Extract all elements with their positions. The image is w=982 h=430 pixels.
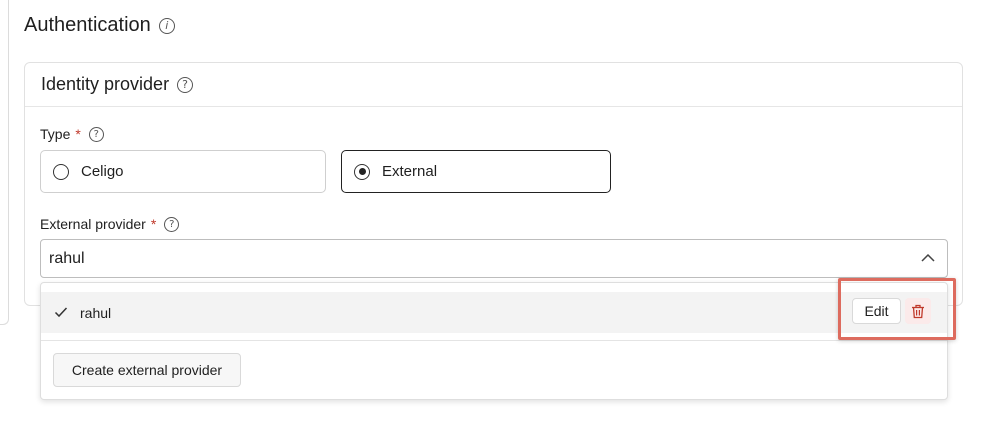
external-provider-select[interactable]: rahul: [40, 239, 948, 278]
checkmark-icon: [54, 307, 68, 318]
radio-option-celigo[interactable]: Celigo: [40, 150, 326, 193]
info-icon[interactable]: i: [158, 17, 175, 34]
required-mark: *: [75, 126, 81, 142]
create-external-provider-button[interactable]: Create external provider: [53, 353, 241, 387]
external-provider-dropdown: rahul Create external provider: [40, 282, 948, 400]
page-title: Authentication: [24, 14, 151, 36]
external-provider-label: External provider * ?: [40, 216, 180, 232]
radio-label: External: [382, 163, 438, 180]
required-mark: *: [150, 216, 157, 232]
select-value: rahul: [49, 249, 85, 267]
radio-button-checked[interactable]: [354, 163, 370, 180]
divider: [41, 340, 947, 341]
side-panel-edge: [0, 0, 9, 325]
option-label: rahul: [80, 304, 112, 321]
dropdown-option-rahul[interactable]: rahul: [41, 292, 947, 333]
panel-header: Identity provider ?: [25, 63, 962, 107]
highlight-annotation-box: [838, 278, 956, 340]
type-label: Type * ?: [40, 126, 104, 142]
type-label-text: Type: [40, 126, 71, 142]
radio-label: Celigo: [81, 163, 124, 180]
chevron-up-icon[interactable]: [919, 249, 937, 267]
radio-option-external[interactable]: External: [341, 150, 611, 193]
radio-button-unchecked[interactable]: [53, 163, 69, 180]
section-header: Authentication i: [24, 14, 175, 37]
help-icon[interactable]: ?: [88, 126, 104, 142]
help-icon[interactable]: ?: [164, 216, 180, 232]
panel-title: Identity provider: [41, 74, 170, 94]
external-provider-label-text: External provider: [40, 216, 146, 232]
help-icon[interactable]: ?: [177, 76, 194, 93]
